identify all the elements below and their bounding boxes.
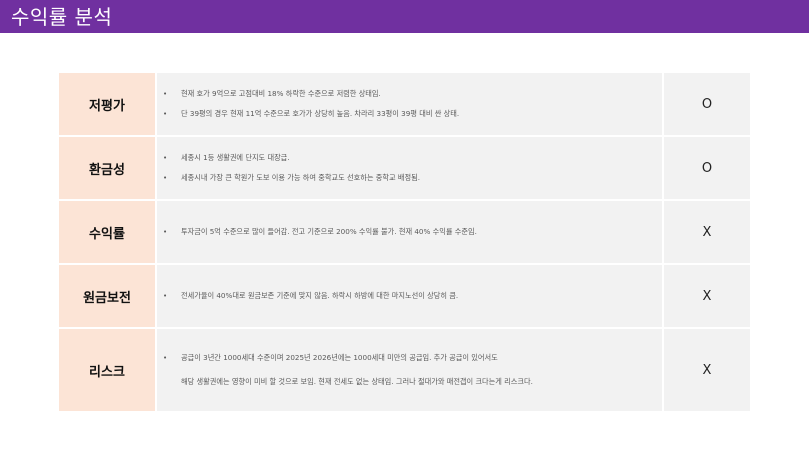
row-description: • 공급이 3년간 1000세대 수준이며 2025년 2026년에는 1000… [155,329,662,411]
row-description: • 투자금이 5억 수준으로 많이 들어감. 전고 기준으로 200% 수익률 … [155,201,662,263]
row-description: • 전세가율이 40%대로 원금보존 기준에 맞지 않음. 하락시 하방에 대한… [155,265,662,327]
description-line: • 전세가율이 40%대로 원금보존 기준에 맞지 않음. 하락시 하방에 대한… [163,290,662,302]
description-text: 세종시 1등 생활권에 단지도 대장급. [181,153,290,162]
bullet-icon: • [163,228,168,236]
row-description: • 현재 호가 9억으로 고점대비 18% 하락한 수준으로 저렴한 상태임. … [155,73,662,135]
table-row: 환금성 • 세종시 1등 생활권에 단지도 대장급. • 세종시내 가장 큰 학… [59,137,750,201]
bullet-icon: • [163,292,168,300]
analysis-table: 저평가 • 현재 호가 9억으로 고점대비 18% 하락한 수준으로 저렴한 상… [59,73,750,411]
table-row: 저평가 • 현재 호가 9억으로 고점대비 18% 하락한 수준으로 저렴한 상… [59,73,750,137]
description-line: • 공급이 3년간 1000세대 수준이며 2025년 2026년에는 1000… [163,352,662,364]
description-text: 전세가율이 40%대로 원금보존 기준에 맞지 않음. 하락시 하방에 대한 마… [181,291,459,300]
description-text: 해당 생활권에는 영향이 미비 할 것으로 보임. 현재 전세도 없는 상태임.… [181,376,533,386]
title-bar: 수익률 분석 [0,0,809,33]
description-line: • 투자금이 5억 수준으로 많이 들어감. 전고 기준으로 200% 수익률 … [163,226,662,238]
page-title: 수익률 분석 [11,5,113,29]
description-line: • 현재 호가 9억으로 고점대비 18% 하락한 수준으로 저렴한 상태임. [163,88,662,100]
evaluation-mark: X [662,329,750,411]
bullet-icon: • [163,110,168,118]
description-line: • 세종시 1등 생활권에 단지도 대장급. [163,152,662,164]
description-text: 세종시내 가장 큰 학원가 도보 이용 가능 하여 중학교도 선호하는 중학교 … [181,173,421,182]
description-line: • 단 39평의 경우 현재 11억 수준으로 호가가 상당히 높음. 차라리 … [163,108,662,120]
table-row: 수익률 • 투자금이 5억 수준으로 많이 들어감. 전고 기준으로 200% … [59,201,750,265]
description-line: 해당 생활권에는 영향이 미비 할 것으로 보임. 현재 전세도 없는 상태임.… [163,376,662,388]
row-label: 리스크 [59,329,155,411]
bullet-icon: • [163,90,168,98]
description-text: 공급이 3년간 1000세대 수준이며 2025년 2026년에는 1000세대… [181,352,498,362]
bullet-icon: • [163,353,168,362]
evaluation-mark: O [662,73,750,135]
description-text: 단 39평의 경우 현재 11억 수준으로 호가가 상당히 높음. 차라리 33… [181,109,460,118]
evaluation-mark: X [662,265,750,327]
row-description: • 세종시 1등 생활권에 단지도 대장급. • 세종시내 가장 큰 학원가 도… [155,137,662,199]
table-row: 원금보전 • 전세가율이 40%대로 원금보존 기준에 맞지 않음. 하락시 하… [59,265,750,329]
description-text: 현재 호가 9억으로 고점대비 18% 하락한 수준으로 저렴한 상태임. [181,89,381,98]
evaluation-mark: O [662,137,750,199]
description-text: 투자금이 5억 수준으로 많이 들어감. 전고 기준으로 200% 수익률 불가… [181,227,477,236]
row-label: 저평가 [59,73,155,135]
bullet-icon: • [163,154,168,162]
row-label: 수익률 [59,201,155,263]
row-label: 원금보전 [59,265,155,327]
evaluation-mark: X [662,201,750,263]
row-label: 환금성 [59,137,155,199]
description-line: • 세종시내 가장 큰 학원가 도보 이용 가능 하여 중학교도 선호하는 중학… [163,172,662,184]
bullet-icon: • [163,174,168,182]
table-row: 리스크 • 공급이 3년간 1000세대 수준이며 2025년 2026년에는 … [59,329,750,411]
